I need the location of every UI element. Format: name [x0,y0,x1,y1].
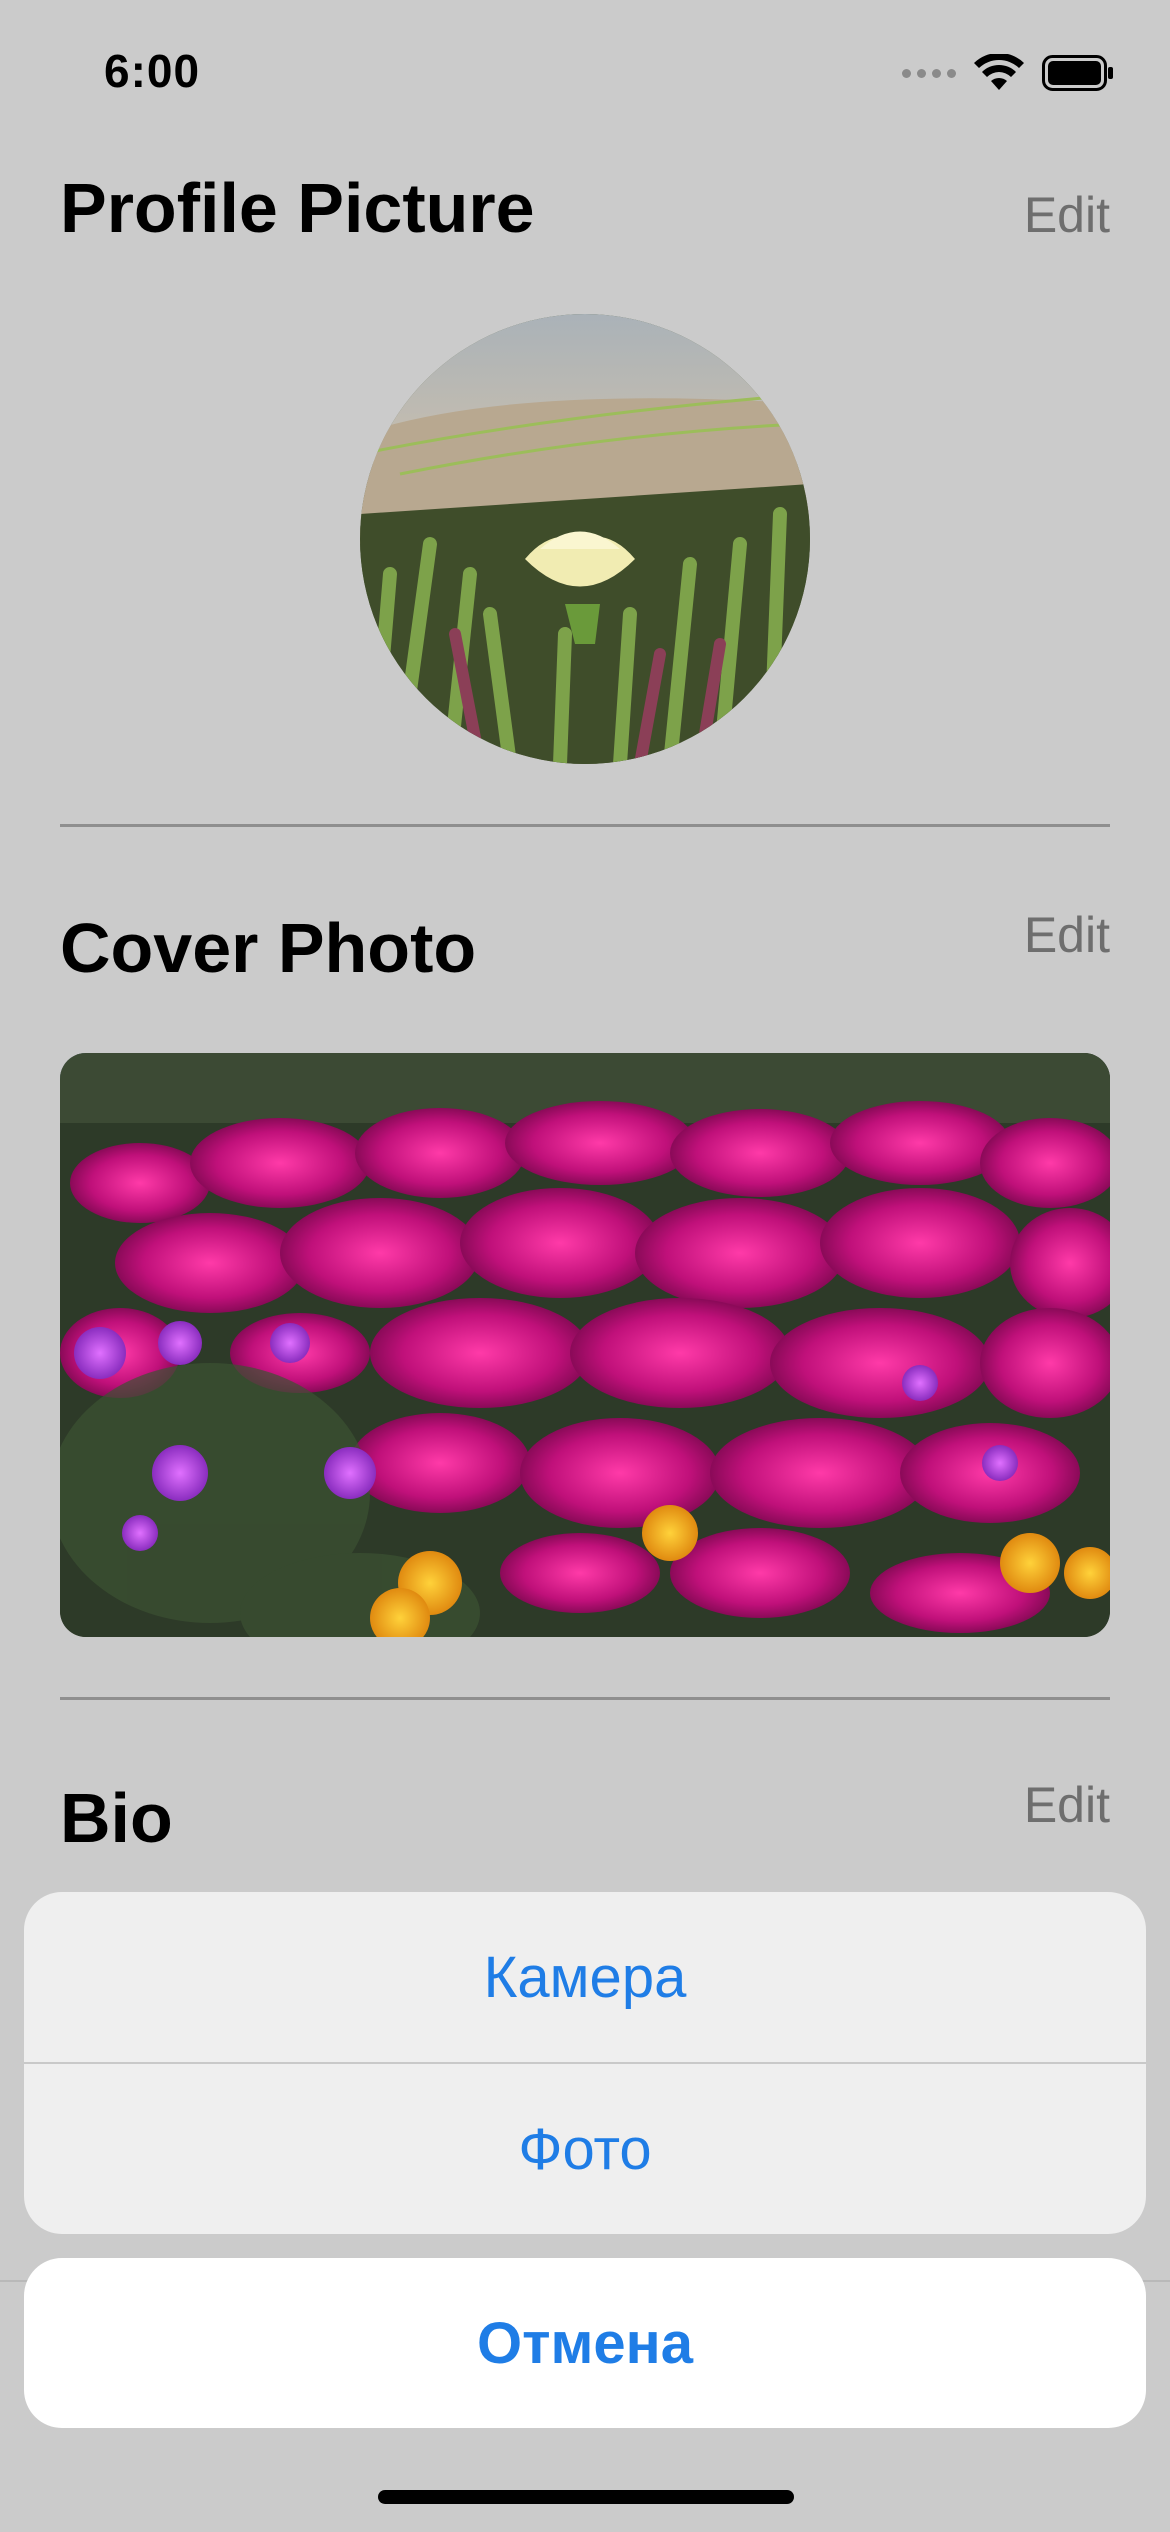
profile-picture-title: Profile Picture [60,169,535,247]
cancel-button[interactable]: Отмена [24,2258,1146,2428]
home-indicator [378,2490,794,2504]
section-divider [60,824,1110,827]
wifi-icon [974,54,1024,92]
action-sheet-group: Камера Фото [24,1892,1146,2234]
camera-action-button[interactable]: Камера [24,1892,1146,2062]
cover-photo-edit-button[interactable]: Edit [1024,906,1110,964]
photo-action-button[interactable]: Фото [24,2064,1146,2234]
profile-picture-image [360,314,810,764]
cellular-signal-icon [902,68,956,78]
status-icons [902,48,1114,98]
cover-photo-image [60,1053,1110,1637]
bio-edit-button[interactable]: Edit [1024,1776,1110,1834]
profile-editor-screen: 6:00 Profile Picture Edit Cover Photo Ed… [0,0,1170,2532]
profile-picture-edit-button[interactable]: Edit [1024,186,1110,244]
section-divider [60,1697,1110,1700]
bio-title: Bio [60,1779,173,1857]
status-time: 6:00 [104,45,201,97]
battery-icon [1042,55,1114,91]
cover-photo-title: Cover Photo [60,909,477,987]
